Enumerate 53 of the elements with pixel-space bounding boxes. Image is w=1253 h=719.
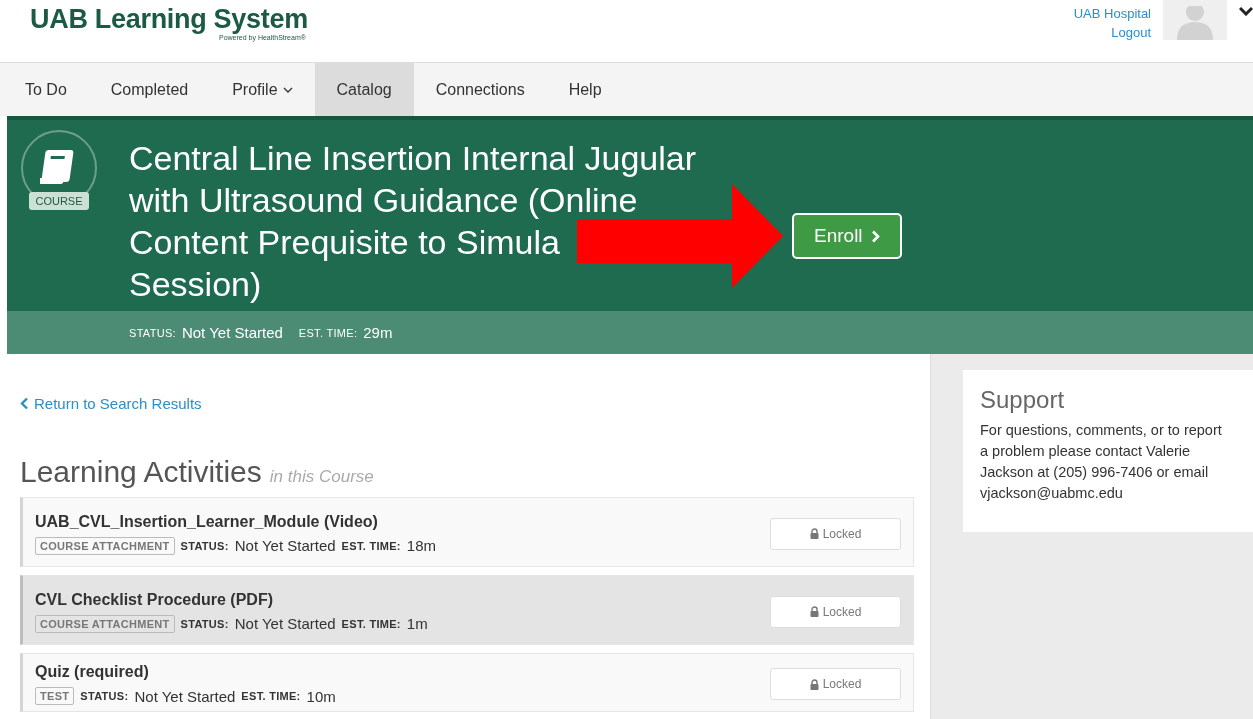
nav-tab[interactable]: Help xyxy=(546,63,624,116)
enroll-button[interactable]: Enroll xyxy=(792,213,902,259)
status-value: Not Yet Started xyxy=(234,537,336,554)
status-value: Not Yet Started xyxy=(234,615,336,632)
activity-title: UAB_CVL_Insertion_Learner_Module (Video) xyxy=(35,512,379,531)
nav-tab[interactable]: Profile xyxy=(210,63,315,116)
activity-type-tag: COURSE ATTACHMENT xyxy=(35,614,175,633)
course-title-line: Session) xyxy=(129,264,262,305)
time-value: 10m xyxy=(306,687,336,705)
user-link[interactable]: UAB Hospital xyxy=(1073,4,1151,23)
nav-tab[interactable]: Catalog xyxy=(314,63,414,116)
nav-tab[interactable]: Connections xyxy=(413,63,547,116)
time-label: EST. TIME: xyxy=(341,617,401,630)
locked-button[interactable]: Locked xyxy=(770,668,901,700)
course-badge: COURSE xyxy=(29,192,89,210)
time-label: EST. TIME: xyxy=(241,690,301,702)
section-heading: Learning Activities xyxy=(20,455,262,489)
section-subheading: in this Course xyxy=(269,467,374,487)
locked-button[interactable]: Locked xyxy=(770,595,901,628)
status-value: Not Yet Started xyxy=(134,687,236,705)
lock-icon xyxy=(809,528,819,539)
course-title-line: Content Prequisite to Simula xyxy=(129,222,560,263)
activity-title: Quiz (required) xyxy=(35,663,150,681)
chevron-right-icon xyxy=(870,229,880,243)
nav-tab[interactable]: Completed xyxy=(88,63,211,116)
time-label: EST. TIME: xyxy=(341,539,401,552)
status-label: STATUS: xyxy=(129,326,176,339)
status-label: STATUS: xyxy=(180,539,229,552)
activity-title: CVL Checklist Procedure (PDF) xyxy=(35,590,274,609)
activity-row[interactable]: UAB_CVL_Insertion_Learner_Module (Video) COURSE ATTACHMENT STATUS: Not Yet Started EST. TIME: 18m Locked xyxy=(20,497,914,567)
course-title-line: with Ultrasound Guidance (Online xyxy=(129,180,638,221)
activity-type-tag: COURSE ATTACHMENT xyxy=(35,536,175,555)
locked-button[interactable]: Locked xyxy=(770,517,901,550)
back-link[interactable]: Return to Search Results xyxy=(20,395,202,412)
activity-row[interactable]: Quiz (required) TEST STATUS: Not Yet Started EST. TIME: 10m Locked xyxy=(20,653,914,712)
activity-row[interactable]: CVL Checklist Procedure (PDF) COURSE ATTACHMENT STATUS: Not Yet Started EST. TIME: 1m Locked xyxy=(20,575,914,645)
chevron-left-icon xyxy=(20,397,29,410)
status-label: STATUS: xyxy=(180,617,229,630)
status-label: STATUS: xyxy=(80,690,129,702)
time-value: 18m xyxy=(406,537,437,554)
support-title: Support xyxy=(980,386,1066,414)
status-value: Not Yet Started xyxy=(181,324,283,341)
lock-icon xyxy=(809,678,819,690)
course-title-line: Central Line Insertion Internal Jugular xyxy=(129,138,696,179)
time-value: 29m xyxy=(363,324,393,341)
time-label: EST. TIME: xyxy=(298,326,358,339)
lock-icon xyxy=(809,606,819,617)
time-value: 1m xyxy=(406,615,428,632)
nav-tab[interactable]: To Do xyxy=(3,63,89,116)
logo-title: UAB Learning System xyxy=(30,4,308,34)
activity-type-tag: TEST xyxy=(35,687,75,705)
support-text: For questions, comments, or to report a problem please contact Valerie Jackson at (205) 996-7406 or email vjackson@uabmc.edu xyxy=(980,421,1223,503)
user-link[interactable]: Logout xyxy=(1111,23,1151,42)
